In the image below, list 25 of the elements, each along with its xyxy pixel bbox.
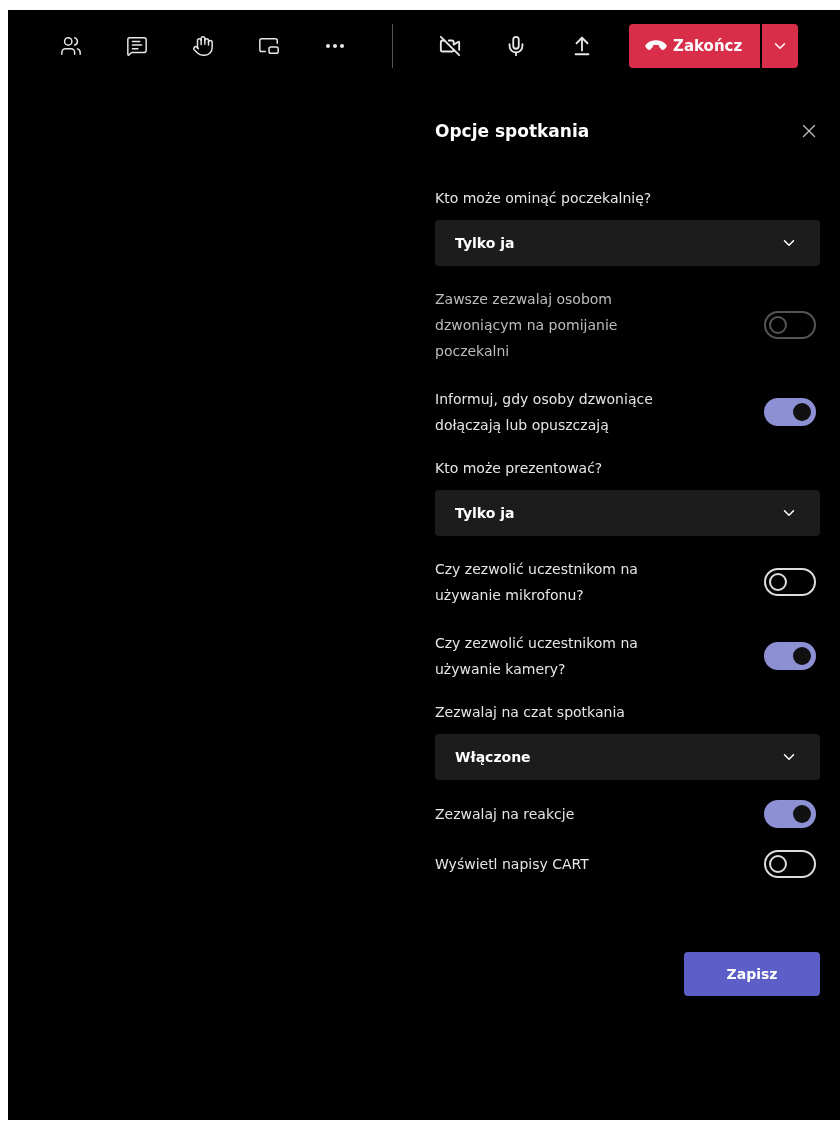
toggle-label: Informuj, gdy osoby dzwoniące dołączają lub opuszczają (435, 390, 654, 435)
option-label: Zezwalaj na czat spotkania (435, 704, 626, 720)
chat-icon (126, 35, 148, 57)
more-icon (326, 44, 344, 48)
end-call-button[interactable]: Zakończ (629, 24, 761, 68)
toggle-switch[interactable] (764, 398, 816, 426)
option-dropdown[interactable]: Tylko ja (435, 490, 820, 536)
option-dropdown[interactable]: Tylko ja (435, 220, 820, 266)
toggle-label: Czy zezwolić uczestnikom na używanie mikrofonu? (435, 560, 639, 605)
toggle-switch[interactable] (764, 800, 816, 828)
toggle-label: Zezwalaj na reakcje (435, 805, 576, 824)
save-button[interactable]: Zapisz (684, 952, 820, 996)
toggle-switch[interactable] (764, 642, 816, 670)
camera-off-icon (439, 35, 461, 57)
picture-in-picture-icon (258, 35, 280, 57)
option-label: Kto może prezentować? (435, 460, 604, 476)
option-dropdown[interactable]: Włączone (435, 734, 820, 780)
hand-icon (192, 35, 214, 57)
people-icon (60, 35, 82, 57)
toggle-label: Zawsze zezwalaj osobom dzwoniącym na pomijanie poczekalni (435, 290, 619, 361)
end-call-menu-button[interactable] (762, 24, 799, 68)
option-label: Kto może ominąć poczekalnię? (435, 190, 653, 206)
toggle-label: Wyświetl napisy CART (435, 855, 590, 874)
toggle-label: Czy zezwolić uczestnikom na używanie kamery? (435, 634, 639, 679)
panel-title: Opcje spotkania (435, 121, 590, 141)
